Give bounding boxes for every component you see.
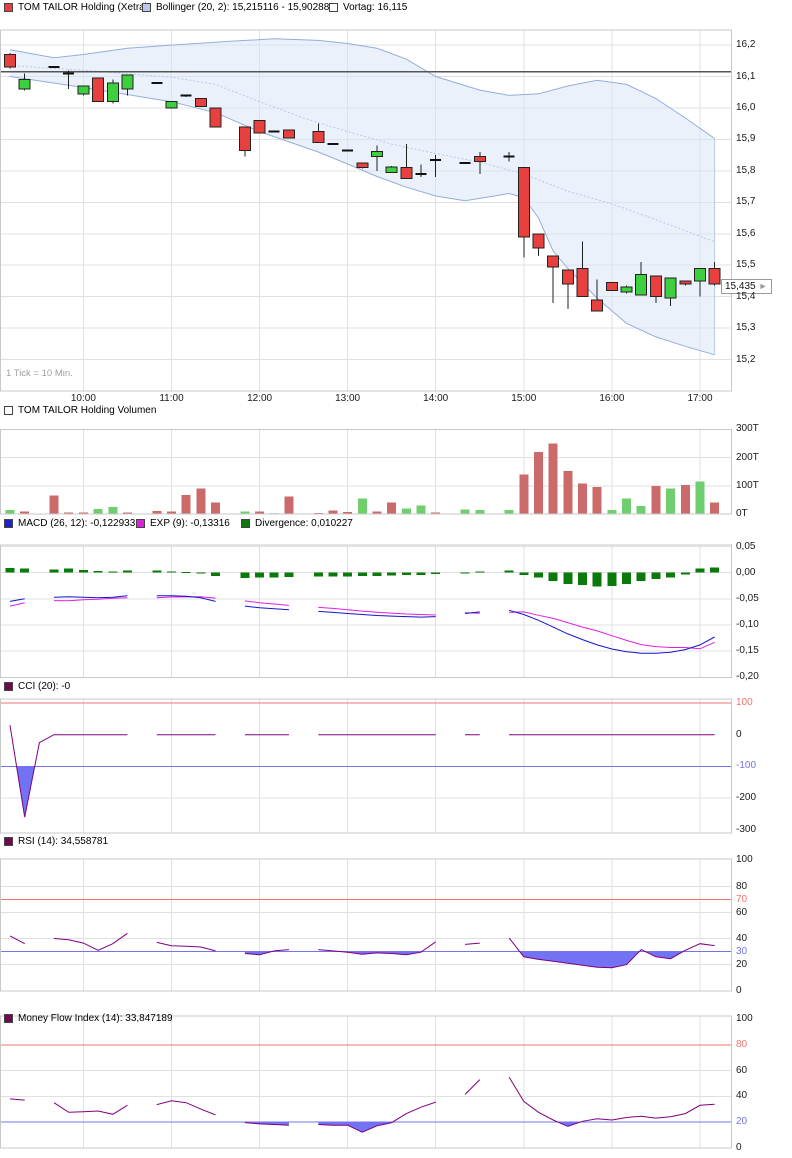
volume-checkbox-icon (4, 406, 13, 415)
chart-page: TOM TAILOR Holding (Xetra) Bollinger (20… (0, 0, 792, 1158)
macd-panel (0, 545, 732, 677)
y-axis-label: 300T (736, 423, 759, 434)
mfi-panel (0, 1016, 732, 1148)
legend-item-bollinger[interactable]: Bollinger (20, 2): 15,215116 - 15,902884 (142, 2, 335, 13)
vortag-checkbox-icon (329, 3, 338, 12)
y-axis-label: -300 (736, 824, 756, 835)
y-axis-label: 60 (736, 907, 747, 918)
y-axis-label: 60 (736, 1065, 747, 1076)
legend-volume: TOM TAILOR Holding Volumen (0, 405, 792, 417)
y-axis-label: 0 (736, 1142, 742, 1153)
legend-main: TOM TAILOR Holding (Xetra) Bollinger (20… (0, 2, 792, 14)
y-axis-label: 40 (736, 933, 747, 944)
y-axis-label: -0,15 (736, 645, 759, 656)
series-checkbox-icon (4, 3, 13, 12)
legend-label: TOM TAILOR Holding (Xetra) (18, 2, 148, 13)
y-axis-label: -0,10 (736, 619, 759, 630)
y-axis-label: 100T (736, 480, 759, 491)
rsi-checkbox-icon (4, 837, 13, 846)
y-axis-label: 15,8 (736, 165, 755, 176)
x-axis-label: 14:00 (423, 393, 448, 404)
y-axis-label: 100 (736, 1013, 753, 1024)
legend-label: MACD (26, 12): -0,122933 (18, 518, 135, 529)
y-axis-label: 0,05 (736, 541, 755, 552)
y-axis-label: 15,4 (736, 291, 755, 302)
legend-cci: CCI (20): -0 (0, 681, 792, 693)
y-axis-label: 0T (736, 508, 748, 519)
legend-rsi: RSI (14): 34,558781 (0, 836, 792, 848)
y-axis-label: 15,2 (736, 354, 755, 365)
y-axis-label: -0,20 (736, 671, 759, 682)
legend-item-macd[interactable]: MACD (26, 12): -0,122933 (4, 518, 135, 529)
macd-checkbox-icon (4, 519, 13, 528)
volume-panel (0, 429, 732, 514)
legend-item-rsi[interactable]: RSI (14): 34,558781 (4, 836, 108, 847)
main-panel (0, 30, 732, 391)
legend-label: Bollinger (20, 2): 15,215116 - 15,902884 (156, 2, 335, 13)
legend-label: RSI (14): 34,558781 (18, 836, 108, 847)
y-axis-label: 15,6 (736, 228, 755, 239)
legend-item-volume[interactable]: TOM TAILOR Holding Volumen (4, 405, 156, 416)
x-axis-label: 12:00 (247, 393, 272, 404)
y-axis-label: 15,3 (736, 322, 755, 333)
y-axis-label: 80 (736, 1039, 747, 1050)
y-axis-label: 15,5 (736, 259, 755, 270)
legend-item-cci[interactable]: CCI (20): -0 (4, 681, 70, 692)
cci-panel (0, 699, 732, 833)
y-axis-label: 20 (736, 959, 747, 970)
legend-label: Vortag: 16,115 (343, 2, 407, 13)
x-axis-label: 13:00 (335, 393, 360, 404)
legend-label: CCI (20): -0 (18, 681, 70, 692)
legend-item-mfi[interactable]: Money Flow Index (14): 33,847189 (4, 1013, 173, 1024)
y-axis-label: 0 (736, 985, 742, 996)
y-axis-label: 30 (736, 946, 747, 957)
y-axis-label: 16,1 (736, 71, 755, 82)
y-axis-label: -100 (736, 760, 756, 771)
y-axis-label: 0,00 (736, 567, 755, 578)
y-axis-label: 70 (736, 894, 747, 905)
y-axis-label: 100 (736, 854, 753, 865)
mfi-checkbox-icon (4, 1014, 13, 1023)
x-axis-label: 16:00 (599, 393, 624, 404)
y-axis-label: 80 (736, 881, 747, 892)
legend-item-exp[interactable]: EXP (9): -0,13316 (136, 518, 230, 529)
y-axis-label: -200 (736, 792, 756, 803)
rsi-panel (0, 859, 732, 991)
exp-checkbox-icon (136, 519, 145, 528)
y-axis-label: 200T (736, 452, 759, 463)
legend-label: EXP (9): -0,13316 (150, 518, 230, 529)
x-axis-label: 15:00 (511, 393, 536, 404)
x-axis-label: 10:00 (71, 393, 96, 404)
legend-macd: MACD (26, 12): -0,122933 EXP (9): -0,133… (0, 518, 792, 530)
y-axis-label: 40 (736, 1090, 747, 1101)
legend-item-price-series[interactable]: TOM TAILOR Holding (Xetra) (4, 2, 148, 13)
y-axis-label: -0,05 (736, 593, 759, 604)
legend-label: Money Flow Index (14): 33,847189 (18, 1013, 173, 1024)
legend-item-divergence[interactable]: Divergence: 0,010227 (241, 518, 353, 529)
tick-interval-note: 1 Tick = 10 Min. (6, 368, 73, 379)
y-axis-label: 0 (736, 729, 742, 740)
x-axis-label: 11:00 (159, 393, 183, 404)
y-axis-label: 20 (736, 1116, 747, 1127)
price-arrow-icon: ► (759, 280, 768, 293)
y-axis-label: 100 (736, 697, 753, 708)
y-axis-label: 16,0 (736, 102, 755, 113)
chart-canvas (0, 0, 792, 1158)
legend-item-vortag[interactable]: Vortag: 16,115 (329, 2, 407, 13)
bollinger-checkbox-icon (142, 3, 151, 12)
legend-mfi: Money Flow Index (14): 33,847189 (0, 1013, 792, 1025)
y-axis-label: 16,2 (736, 39, 755, 50)
y-axis-label: 15,9 (736, 133, 755, 144)
cci-checkbox-icon (4, 682, 13, 691)
legend-label: TOM TAILOR Holding Volumen (18, 405, 156, 416)
divergence-checkbox-icon (241, 519, 250, 528)
legend-label: Divergence: 0,010227 (255, 518, 353, 529)
y-axis-label: 15,7 (736, 196, 755, 207)
x-axis-label: 17:00 (687, 393, 712, 404)
